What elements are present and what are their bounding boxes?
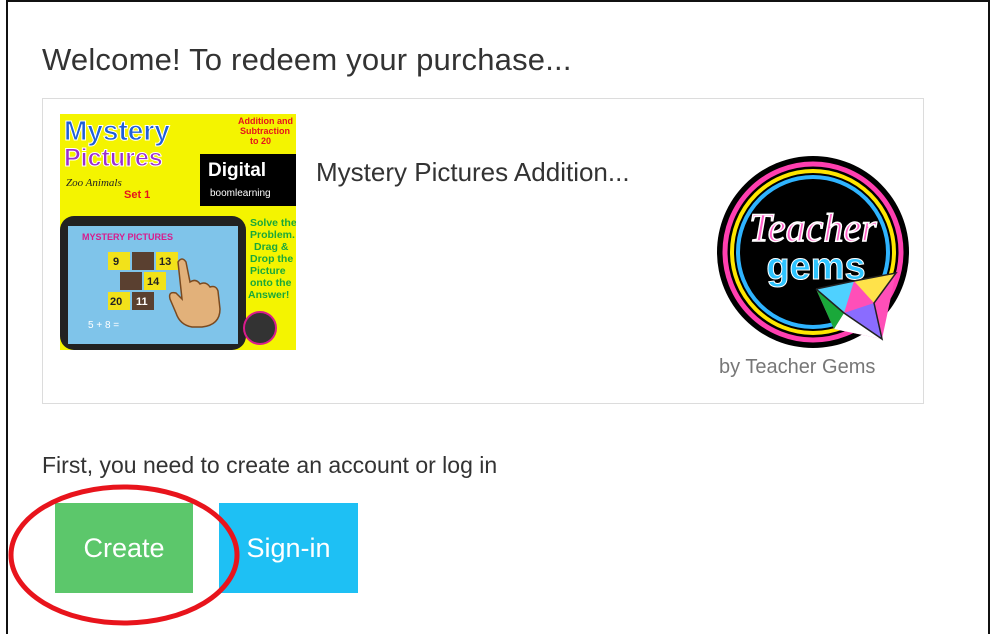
teacher-gems-logo: Teacher gems	[717, 156, 909, 348]
svg-text:14: 14	[147, 276, 160, 288]
mini-logo-icon	[243, 311, 277, 345]
thumb-boom-brand: boomlearning	[210, 188, 271, 199]
logo-word-teacher: Teacher	[749, 205, 877, 250]
thumb-topic-line3: to 20	[250, 136, 271, 146]
product-name[interactable]: Mystery Pictures Addition...	[316, 157, 630, 188]
svg-text:20: 20	[110, 296, 122, 308]
thumb-topic-line1: Addition and	[238, 116, 293, 126]
svg-text:Picture: Picture	[250, 265, 286, 277]
auth-prompt: First, you need to create an account or …	[42, 452, 498, 478]
svg-text:Drop the: Drop the	[250, 253, 293, 265]
thumb-subtitle-line2: Set 1	[124, 189, 150, 201]
product-author[interactable]: by Teacher Gems	[719, 356, 875, 379]
thumb-subtitle-line1: Zoo Animals	[66, 177, 122, 189]
thumb-digital: Digital	[208, 160, 266, 181]
thumb-title-line2: Pictures	[64, 144, 163, 172]
thumb-screen-banner: MYSTERY PICTURES	[82, 232, 173, 242]
thumb-title-line1: Mystery	[64, 115, 170, 146]
svg-text:13: 13	[159, 256, 171, 268]
page-title: Welcome! To redeem your purchase...	[42, 42, 572, 77]
svg-text:onto the: onto the	[250, 277, 292, 289]
svg-text:Drag &: Drag &	[254, 241, 289, 253]
sign-in-button[interactable]: Sign-in	[219, 503, 358, 593]
thumb-topic-line2: Subtraction	[240, 126, 290, 136]
svg-text:Answer!: Answer!	[248, 289, 289, 301]
svg-text:9: 9	[113, 256, 119, 268]
thumb-instructions: Solve the Problem. Drag & Drop the Pictu…	[248, 217, 296, 301]
create-button[interactable]: Create	[55, 503, 193, 593]
svg-text:11: 11	[136, 296, 148, 308]
product-thumbnail[interactable]: Mystery Pictures Zoo Animals Set 1 Addit…	[60, 114, 296, 350]
svg-text:Solve the: Solve the	[250, 217, 296, 229]
thumb-equation: 5 + 8 =	[88, 320, 119, 331]
svg-text:Problem.: Problem.	[250, 229, 295, 241]
